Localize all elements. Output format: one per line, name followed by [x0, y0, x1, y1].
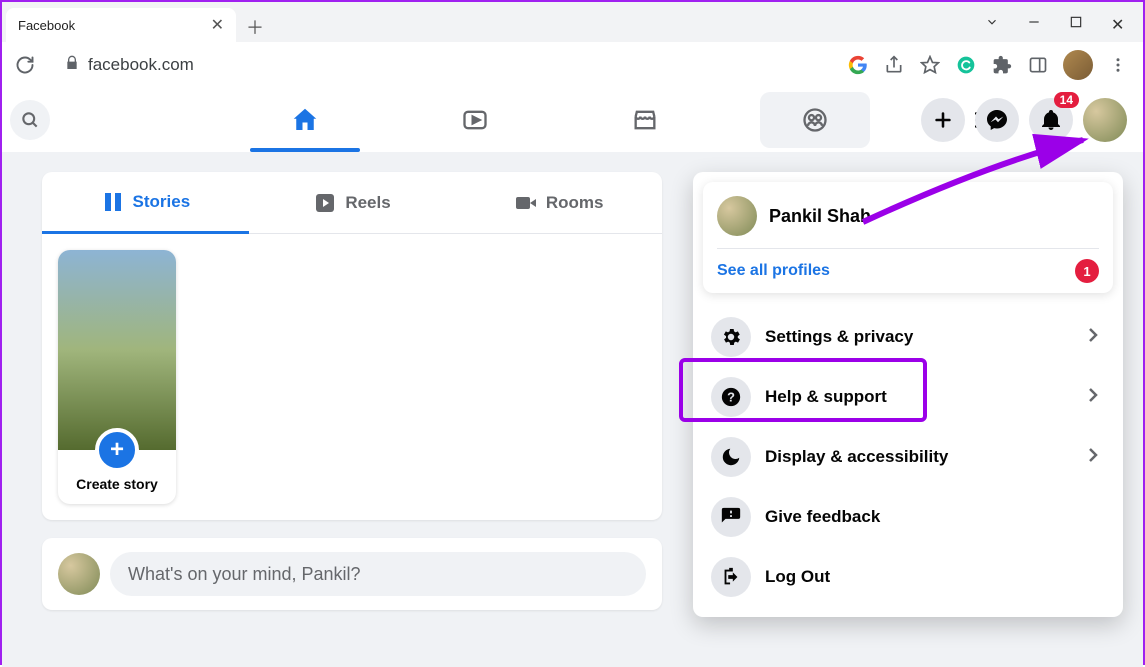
url-text: facebook.com: [88, 55, 194, 75]
reload-button[interactable]: [10, 50, 40, 80]
menu-item-label: Display & accessibility: [765, 447, 1067, 467]
story-thumbnail: +: [58, 250, 176, 450]
menu-log-out[interactable]: Log Out: [703, 547, 1113, 607]
menu-settings-privacy[interactable]: Settings & privacy: [703, 307, 1113, 367]
facebook-top-nav: 14: [2, 88, 1143, 152]
grammarly-icon[interactable]: [955, 54, 977, 76]
side-panel-icon[interactable]: [1027, 54, 1049, 76]
menu-item-label: Give feedback: [765, 507, 1105, 527]
profile-menu-dropdown: Pankil Shah See all profiles 1 Settings …: [693, 172, 1123, 617]
plus-icon: +: [95, 428, 139, 472]
star-icon[interactable]: [919, 54, 941, 76]
chevron-right-icon: [1081, 443, 1105, 472]
see-all-profiles[interactable]: See all profiles 1: [717, 259, 1099, 283]
notification-badge: 14: [1054, 92, 1079, 108]
profile-row[interactable]: Pankil Shah: [717, 196, 1099, 248]
lock-icon: [64, 55, 80, 76]
browser-tab[interactable]: Facebook ✕: [6, 8, 236, 42]
chrome-profile-avatar[interactable]: [1063, 50, 1093, 80]
tab-title: Facebook: [18, 18, 75, 33]
stories-card: Stories Reels Rooms + Create story: [42, 172, 662, 520]
tab-reels-label: Reels: [345, 193, 390, 213]
browser-titlebar: Facebook ✕ ＋ ✕: [2, 2, 1143, 42]
tab-rooms[interactable]: Rooms: [455, 172, 662, 234]
tab-stories[interactable]: Stories: [42, 172, 249, 234]
close-window-icon[interactable]: ✕: [1111, 15, 1125, 29]
gear-icon: [711, 317, 751, 357]
notifications-button[interactable]: 14: [1029, 98, 1073, 142]
compose-avatar[interactable]: [58, 553, 100, 595]
see-all-profiles-label: See all profiles: [717, 262, 830, 280]
compose-card: What's on your mind, Pankil?: [42, 538, 662, 610]
menu-item-label: Log Out: [765, 567, 1105, 587]
search-button[interactable]: [10, 100, 50, 140]
tab-reels[interactable]: Reels: [249, 172, 456, 234]
google-icon[interactable]: [847, 54, 869, 76]
nav-groups[interactable]: [760, 92, 870, 148]
address-bar: facebook.com: [2, 42, 1143, 88]
nav-marketplace[interactable]: [590, 92, 700, 148]
profile-avatar-button[interactable]: [1083, 98, 1127, 142]
help-icon: ?: [711, 377, 751, 417]
url-display[interactable]: facebook.com: [54, 51, 204, 80]
menu-display-accessibility[interactable]: Display & accessibility: [703, 427, 1113, 487]
messenger-button[interactable]: [975, 98, 1019, 142]
create-button[interactable]: [921, 98, 965, 142]
new-tab-button[interactable]: ＋: [246, 14, 264, 40]
close-tab-icon[interactable]: ✕: [211, 15, 224, 35]
moon-icon: [711, 437, 751, 477]
chevron-down-icon[interactable]: [985, 15, 999, 29]
tab-stories-label: Stories: [133, 192, 191, 212]
minimize-window-icon[interactable]: [1027, 15, 1041, 29]
extensions-icon[interactable]: [991, 54, 1013, 76]
kebab-menu-icon[interactable]: [1107, 54, 1129, 76]
logout-icon: [711, 557, 751, 597]
chevron-right-icon: [1081, 323, 1105, 352]
compose-placeholder: What's on your mind, Pankil?: [128, 564, 361, 585]
svg-text:?: ?: [727, 390, 735, 405]
nav-watch[interactable]: [420, 92, 530, 148]
menu-item-label: Settings & privacy: [765, 327, 1067, 347]
menu-help-support[interactable]: ? Help & support: [703, 367, 1113, 427]
maximize-window-icon[interactable]: [1069, 15, 1083, 29]
tab-rooms-label: Rooms: [546, 193, 604, 213]
profiles-count-badge: 1: [1075, 259, 1099, 283]
menu-item-label: Help & support: [765, 387, 1067, 407]
profile-name: Pankil Shah: [769, 206, 871, 227]
nav-home[interactable]: [250, 92, 360, 148]
compose-input[interactable]: What's on your mind, Pankil?: [110, 552, 646, 596]
divider: [717, 248, 1099, 249]
profile-menu-avatar: [717, 196, 757, 236]
share-icon[interactable]: [883, 54, 905, 76]
feedback-icon: [711, 497, 751, 537]
menu-give-feedback[interactable]: Give feedback: [703, 487, 1113, 547]
create-story-tile[interactable]: + Create story: [58, 250, 176, 504]
chevron-right-icon: [1081, 383, 1105, 412]
